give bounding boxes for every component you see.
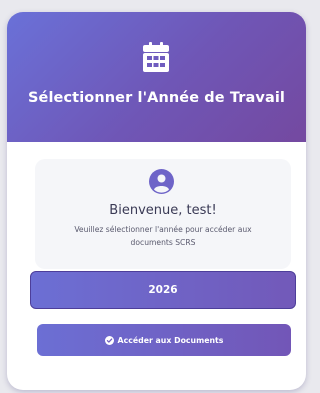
welcome-heading: Bienvenue, test! xyxy=(109,203,217,218)
year-selection-card: Sélectionner l'Année de Travail Bienvenu… xyxy=(7,12,306,390)
check-circle-icon xyxy=(104,335,114,345)
user-circle-icon xyxy=(149,169,174,194)
welcome-panel: Bienvenue, test! Veuillez sélectionner l… xyxy=(35,159,291,269)
page-title: Sélectionner l'Année de Travail xyxy=(28,90,285,106)
calendar-icon xyxy=(143,42,169,72)
card-header: Sélectionner l'Année de Travail xyxy=(7,12,306,142)
welcome-message: Veuillez sélectionner l'année pour accéd… xyxy=(74,225,252,247)
access-documents-button[interactable]: Accéder aux Documents xyxy=(37,324,291,356)
year-select-value: 2026 xyxy=(148,284,178,296)
access-button-label: Accéder aux Documents xyxy=(117,335,224,345)
year-select[interactable]: 2026 xyxy=(30,271,296,309)
